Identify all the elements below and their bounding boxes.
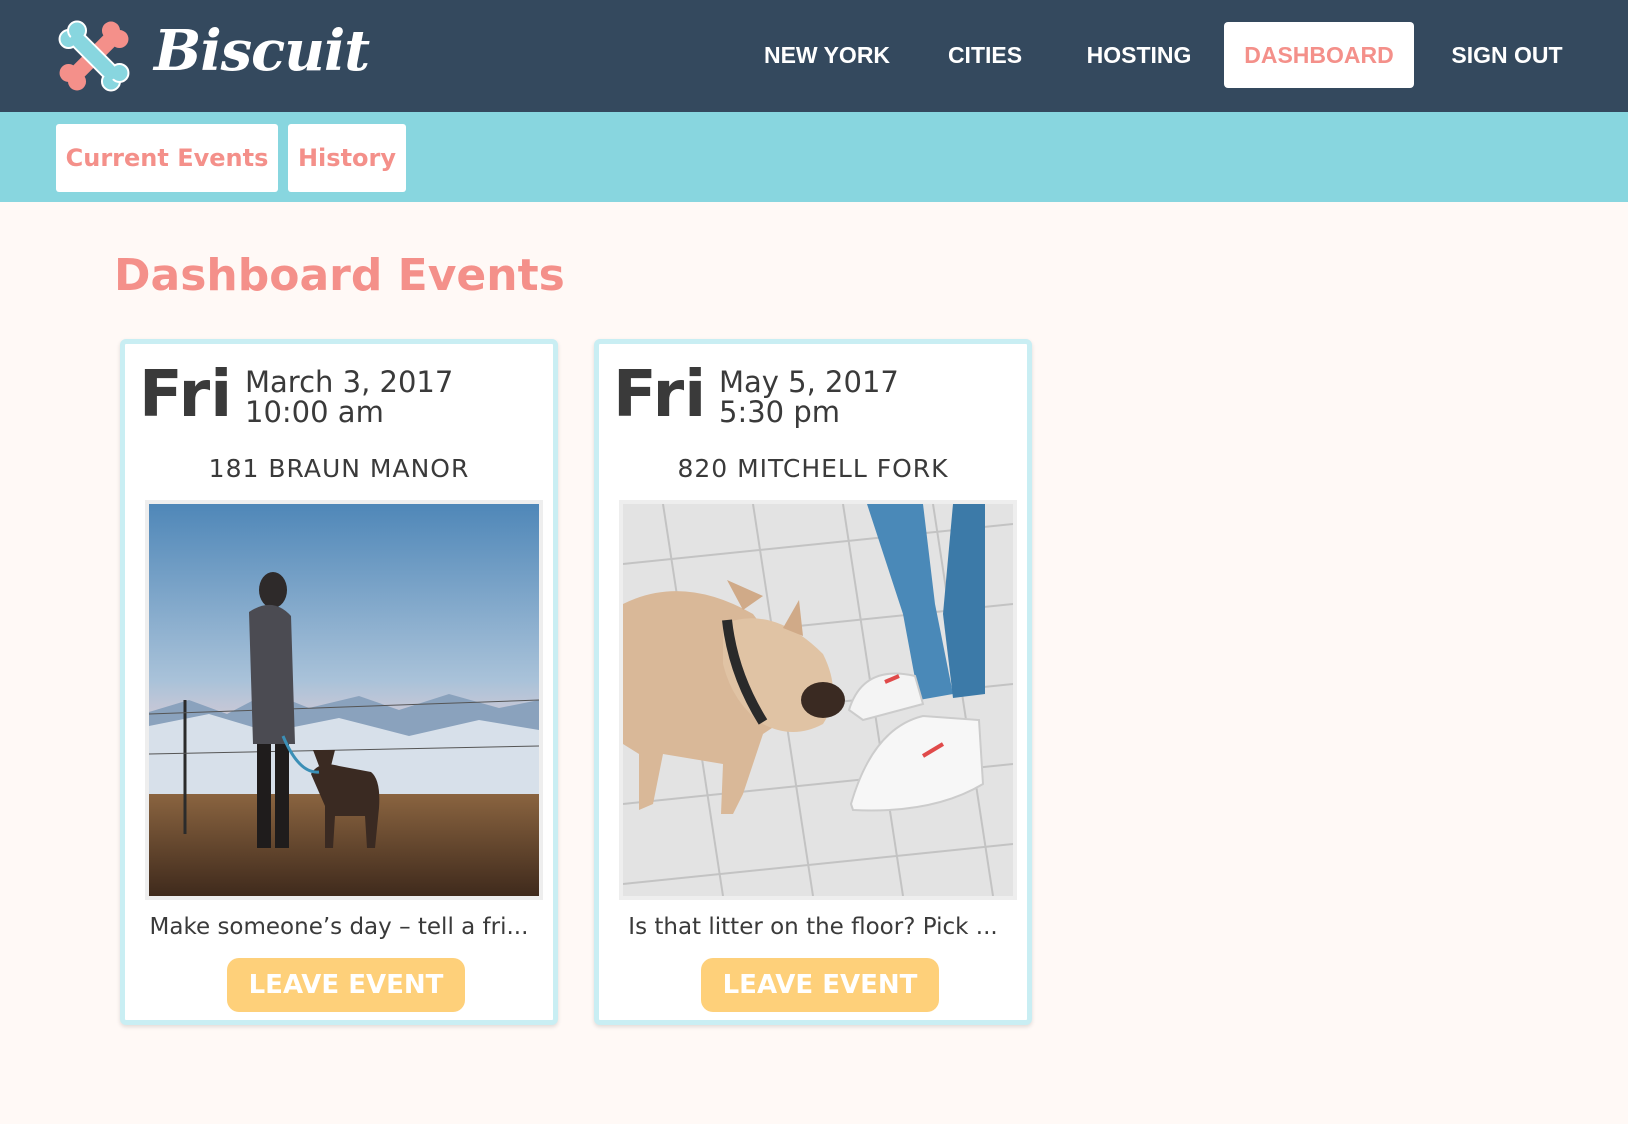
- nav-hosting[interactable]: HOSTING: [1068, 22, 1210, 88]
- brand-wordmark[interactable]: Biscuit: [154, 16, 370, 86]
- nav-new-york[interactable]: NEW YORK: [744, 22, 910, 88]
- nav-sign-out[interactable]: SIGN OUT: [1440, 22, 1574, 88]
- tab-history[interactable]: History: [288, 124, 406, 192]
- event-description: Is that litter on the floor? Pick ...: [628, 914, 998, 940]
- sub-navbar: Current Events History: [0, 112, 1628, 202]
- event-card: Fri March 3, 2017 10:00 am 181 BRAUN MAN…: [120, 339, 558, 1025]
- nav-cities[interactable]: CITIES: [930, 22, 1040, 88]
- event-day: Fri: [613, 358, 707, 432]
- top-navbar: Biscuit NEW YORK CITIES HOSTING DASHBOAR…: [0, 0, 1628, 112]
- leave-event-button[interactable]: LEAVE EVENT: [701, 958, 939, 1012]
- tab-current-events[interactable]: Current Events: [56, 124, 278, 192]
- french-bulldog-sniffing-sneakers-photo: [619, 500, 1017, 900]
- bone-cross-icon[interactable]: [54, 16, 134, 96]
- event-time: 10:00 am: [245, 395, 384, 429]
- leave-event-button[interactable]: LEAVE EVENT: [227, 958, 465, 1012]
- nav-dashboard[interactable]: DASHBOARD: [1224, 22, 1414, 88]
- event-date: March 3, 2017: [245, 365, 454, 399]
- event-date: May 5, 2017: [719, 365, 899, 399]
- event-address: 181 BRAUN MANOR: [208, 454, 470, 483]
- woman-with-dog-at-sunset-photo: [145, 500, 543, 900]
- page-title: Dashboard Events: [114, 250, 565, 301]
- event-time: 5:30 pm: [719, 395, 840, 429]
- event-description: Make someone’s day – tell a fri...: [149, 914, 529, 940]
- event-address: 820 MITCHELL FORK: [677, 454, 949, 483]
- event-day: Fri: [139, 358, 233, 432]
- event-card: Fri May 5, 2017 5:30 pm 820 MITCHELL FOR…: [594, 339, 1032, 1025]
